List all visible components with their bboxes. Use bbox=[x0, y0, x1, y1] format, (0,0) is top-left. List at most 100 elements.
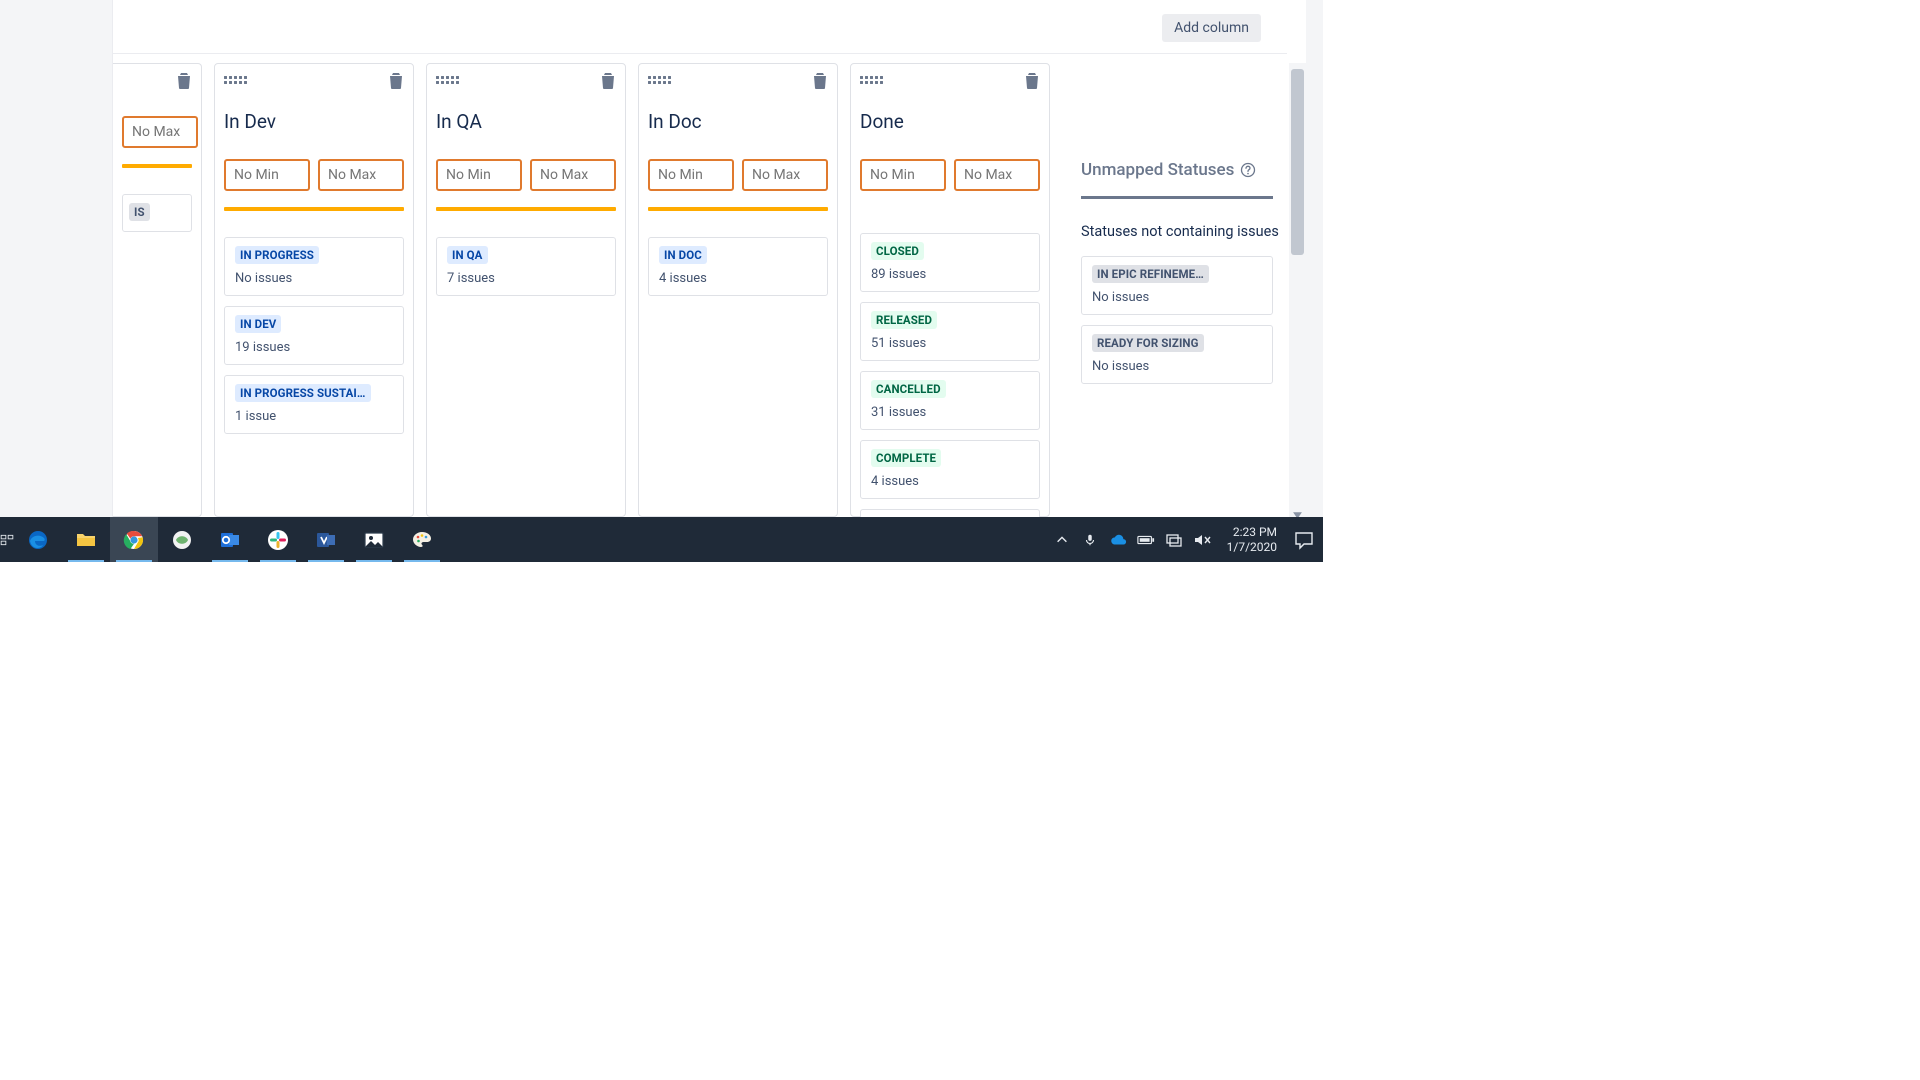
board-header: Add column bbox=[113, 0, 1287, 54]
status-card[interactable]: IN PROGRESSNo issues bbox=[224, 237, 404, 296]
date-text: 1/7/2020 bbox=[1227, 540, 1277, 555]
status-chip: CANCELLED bbox=[871, 380, 946, 398]
delete-column-button[interactable] bbox=[1024, 72, 1040, 90]
chrome-browser-icon[interactable] bbox=[110, 517, 158, 562]
scroll-thumb[interactable] bbox=[1291, 69, 1304, 255]
status-chip: IS bbox=[129, 203, 150, 221]
action-center-icon[interactable] bbox=[1293, 529, 1315, 551]
status-card[interactable]: READY FOR SIZINGNo issues bbox=[1081, 325, 1273, 384]
column-title[interactable]: In QA bbox=[436, 110, 616, 133]
column-limits bbox=[122, 116, 192, 148]
column-title[interactable]: Done bbox=[860, 110, 1040, 133]
delete-column-button[interactable] bbox=[388, 72, 404, 90]
outlook-icon[interactable] bbox=[206, 517, 254, 562]
issue-count: 19 issues bbox=[235, 340, 393, 355]
issue-count: 89 issues bbox=[871, 267, 1029, 282]
status-chip: RELEASED bbox=[871, 311, 937, 329]
status-chip: IN EPIC REFINEME… bbox=[1092, 265, 1209, 283]
min-limit-input[interactable] bbox=[224, 159, 310, 191]
status-card[interactable]: CANCELLED 31 issues bbox=[860, 371, 1040, 430]
drag-handle-icon[interactable] bbox=[860, 76, 882, 86]
status-card[interactable]: COMPLETE WITH BUG bbox=[860, 509, 1040, 517]
drag-handle-icon[interactable] bbox=[224, 76, 246, 86]
clock[interactable]: 2:23 PM 1/7/2020 bbox=[1221, 525, 1283, 555]
column-header bbox=[648, 72, 828, 90]
issue-count: 31 issues bbox=[871, 405, 1029, 420]
board-column: In Dev IN PROGRESSNo issues IN DEV19 issue… bbox=[214, 63, 414, 517]
max-limit-input[interactable] bbox=[954, 159, 1040, 191]
photos-icon[interactable] bbox=[350, 517, 398, 562]
issue-count: No issues bbox=[1092, 290, 1262, 305]
status-list: CLOSED 89 issues RELEASED51 issues CANCELLE… bbox=[860, 233, 1040, 517]
board-column: In Doc IN DOC4 issues bbox=[638, 63, 838, 517]
status-list: IS bbox=[122, 194, 192, 232]
status-card[interactable]: IN QA 7 issues bbox=[436, 237, 616, 296]
max-limit-input[interactable] bbox=[122, 116, 198, 148]
max-limit-input[interactable] bbox=[742, 159, 828, 191]
edge-browser-icon[interactable] bbox=[14, 517, 62, 562]
add-column-button[interactable]: Add column bbox=[1162, 14, 1261, 42]
app-window: Add column ISIn DevIN PROGRESSNo issuesI… bbox=[0, 0, 1323, 517]
help-icon[interactable] bbox=[1240, 162, 1256, 178]
status-card[interactable]: IN EPIC REFINEME… No issues bbox=[1081, 256, 1273, 315]
status-card[interactable]: RELEASED51 issues bbox=[860, 302, 1040, 361]
issue-count: 1 issue bbox=[235, 409, 393, 424]
unmapped-underline bbox=[1081, 196, 1273, 199]
column-separator bbox=[224, 207, 404, 211]
issue-count: 7 issues bbox=[447, 271, 605, 286]
max-limit-input[interactable] bbox=[318, 159, 404, 191]
status-list: IN DOC4 issues bbox=[648, 237, 828, 296]
unmapped-heading: Unmapped Statuses bbox=[1081, 160, 1234, 180]
cisco-webex-icon[interactable] bbox=[158, 517, 206, 562]
status-card[interactable]: IS bbox=[122, 194, 192, 232]
delete-column-button[interactable] bbox=[600, 72, 616, 90]
delete-column-button[interactable] bbox=[176, 72, 192, 90]
status-card[interactable]: IN DEV19 issues bbox=[224, 306, 404, 365]
status-card[interactable]: COMPLETE4 issues bbox=[860, 440, 1040, 499]
battery-icon[interactable] bbox=[1137, 531, 1155, 549]
min-limit-input[interactable] bbox=[436, 159, 522, 191]
time-text: 2:23 PM bbox=[1227, 525, 1277, 540]
slack-icon[interactable] bbox=[254, 517, 302, 562]
column-limits bbox=[436, 159, 616, 191]
column-separator bbox=[648, 207, 828, 211]
column-limits bbox=[648, 159, 828, 191]
paint-icon[interactable] bbox=[398, 517, 446, 562]
drag-handle-icon[interactable] bbox=[648, 76, 670, 86]
column-title[interactable]: In Doc bbox=[648, 110, 828, 133]
status-card[interactable]: IN DOC4 issues bbox=[648, 237, 828, 296]
column-title[interactable]: In Dev bbox=[224, 110, 404, 133]
delete-column-button[interactable] bbox=[812, 72, 828, 90]
left-gutter bbox=[0, 0, 112, 517]
vertical-scrollbar[interactable] bbox=[1289, 63, 1306, 517]
column-limits bbox=[224, 159, 404, 191]
status-card[interactable]: CLOSED 89 issues bbox=[860, 233, 1040, 292]
board-column: In QA IN QA 7 issues bbox=[426, 63, 626, 517]
max-limit-input[interactable] bbox=[530, 159, 616, 191]
task-view-icon[interactable] bbox=[0, 517, 14, 562]
unmapped-status-list: IN EPIC REFINEME…No issuesREADY FOR SIZI… bbox=[1081, 256, 1273, 384]
status-chip: CLOSED bbox=[871, 242, 924, 260]
visio-icon[interactable] bbox=[302, 517, 350, 562]
status-chip: IN QA bbox=[447, 246, 488, 264]
file-explorer-icon[interactable] bbox=[62, 517, 110, 562]
drag-handle-icon[interactable] bbox=[436, 76, 458, 86]
min-limit-input[interactable] bbox=[648, 159, 734, 191]
unmapped-panel: Unmapped Statuses Statuses not containin… bbox=[1081, 63, 1291, 384]
min-limit-input[interactable] bbox=[860, 159, 946, 191]
tray-chevron-up-icon[interactable] bbox=[1053, 531, 1071, 549]
network-icon[interactable] bbox=[1165, 531, 1183, 549]
windows-taskbar: 2:23 PM 1/7/2020 bbox=[0, 517, 1323, 562]
volume-muted-icon[interactable] bbox=[1193, 531, 1211, 549]
scroll-down-icon[interactable] bbox=[1292, 506, 1303, 517]
microphone-icon[interactable] bbox=[1081, 531, 1099, 549]
board-area: Add column ISIn DevIN PROGRESSNo issuesI… bbox=[112, 0, 1306, 517]
issue-count: 4 issues bbox=[871, 474, 1029, 489]
issue-count: No issues bbox=[1092, 359, 1262, 374]
column-separator bbox=[436, 207, 616, 211]
status-list: IN PROGRESSNo issues IN DEV19 issues IN PR… bbox=[224, 237, 404, 434]
column-header bbox=[224, 72, 404, 90]
issue-count: No issues bbox=[235, 271, 393, 286]
onedrive-icon[interactable] bbox=[1109, 531, 1127, 549]
status-card[interactable]: IN PROGRESS SUSTAI…1 issue bbox=[224, 375, 404, 434]
